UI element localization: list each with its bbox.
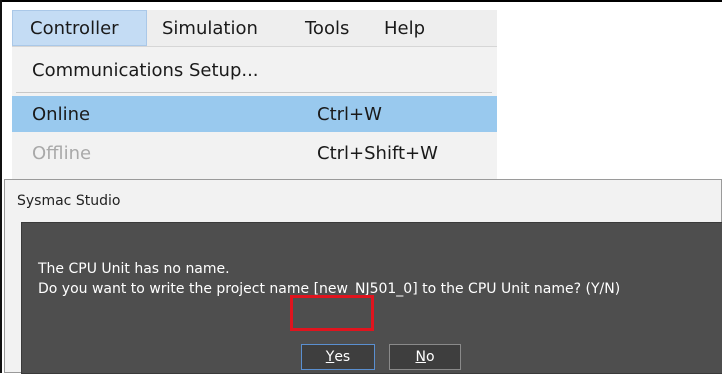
- menu-separator: [16, 92, 492, 93]
- menu-simulation[interactable]: Simulation: [147, 10, 291, 46]
- menu-help-label: Help: [384, 17, 426, 39]
- menu-item-shortcut: Ctrl+W: [317, 103, 382, 125]
- yes-button[interactable]: Yes: [301, 344, 375, 370]
- top-rule: [0, 0, 722, 2]
- yes-mnemonic: Y: [325, 349, 335, 365]
- yes-button-highlight-box: [290, 295, 374, 331]
- dialog-message-line-1: The CPU Unit has no name.: [38, 261, 230, 277]
- menu-item-online[interactable]: Online Ctrl+W: [12, 96, 497, 132]
- controller-dropdown: Communications Setup... Online Ctrl+W Of…: [12, 47, 497, 180]
- left-rule: [0, 0, 2, 373]
- menu-item-offline: Offline Ctrl+Shift+W: [12, 135, 497, 171]
- menu-tools[interactable]: Tools: [291, 10, 371, 46]
- menu-controller[interactable]: Controller: [12, 10, 147, 46]
- dialog-title: Sysmac Studio: [17, 193, 121, 209]
- menu-item-label: Offline: [32, 142, 92, 164]
- no-label-rest: o: [425, 349, 435, 365]
- yes-label-rest: es: [334, 349, 351, 365]
- menu-item-label: Communications Setup...: [32, 59, 259, 81]
- confirm-dialog: Sysmac Studio The CPU Unit has no name. …: [4, 179, 722, 374]
- menu-item-communications-setup[interactable]: Communications Setup...: [12, 52, 497, 88]
- menu-item-label: Online: [32, 103, 91, 125]
- menu-bar: Controller Simulation Tools Help: [12, 10, 497, 47]
- menu-tools-label: Tools: [305, 17, 350, 39]
- no-button[interactable]: No: [389, 344, 461, 370]
- menu-help[interactable]: Help: [371, 10, 451, 46]
- no-mnemonic: N: [415, 349, 426, 365]
- menu-controller-label: Controller: [30, 17, 119, 39]
- menu-item-shortcut: Ctrl+Shift+W: [317, 142, 438, 164]
- menu-simulation-label: Simulation: [162, 17, 258, 39]
